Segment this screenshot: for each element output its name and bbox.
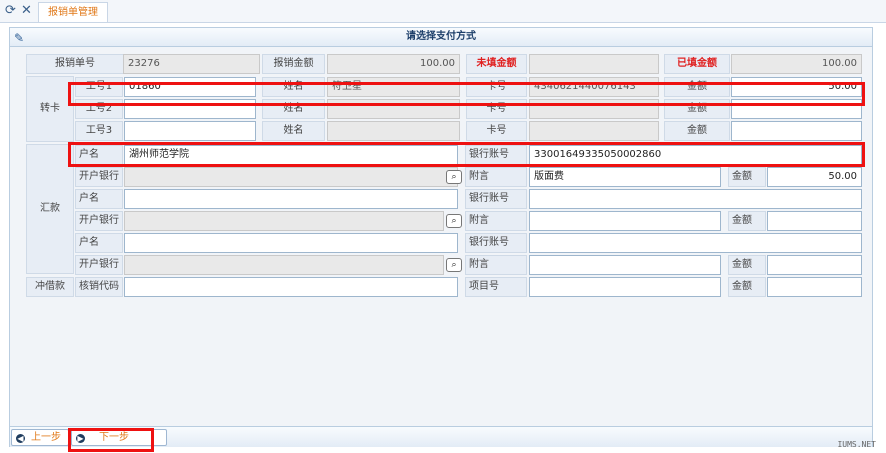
account-holder-2-label: 户名	[75, 189, 123, 209]
opening-bank-3-label: 开户银行	[75, 255, 123, 275]
tab-bar: ⟳ ✕ 报销单管理	[0, 0, 886, 23]
writeoff-code-label: 核销代码	[75, 277, 123, 297]
bank-account-3-label: 银行账号	[465, 233, 527, 253]
reimbursement-amount-field: 100.00	[327, 54, 460, 74]
opening-bank-1-label: 开户银行	[75, 167, 123, 187]
panel-title: 请选择支付方式	[406, 31, 476, 42]
name-3-label: 姓名	[262, 121, 325, 141]
pencil-icon: ✎	[14, 31, 25, 45]
transfer-section-label: 转卡	[26, 76, 74, 142]
note-2-input[interactable]	[529, 211, 721, 231]
watermark: IUMS.NET	[837, 440, 876, 449]
panel-header: ✎ 请选择支付方式	[10, 28, 872, 47]
note-1-label: 附言	[465, 167, 527, 187]
bank-account-2-label: 银行账号	[465, 189, 527, 209]
bank-account-3-input[interactable]	[529, 233, 862, 253]
note-1-input[interactable]: 版面费	[529, 167, 721, 187]
name-3-field	[327, 121, 460, 141]
project-number-input[interactable]	[529, 277, 721, 297]
unfilled-amount-label: 未填金额	[466, 54, 527, 74]
reimbursement-id-field: 23276	[123, 54, 260, 74]
remit-amount-1-input[interactable]: 50.00	[767, 167, 862, 187]
account-holder-2-input[interactable]	[124, 189, 458, 209]
tab-reimbursement-management[interactable]: 报销单管理	[38, 2, 108, 22]
bank-account-2-input[interactable]	[529, 189, 862, 209]
filled-amount-field: 100.00	[731, 54, 862, 74]
offset-amount-label: 金额	[728, 277, 766, 297]
highlight-transfer-row	[68, 82, 865, 106]
remit-amount-2-label: 金额	[728, 211, 766, 231]
close-icon[interactable]: ✕	[21, 3, 32, 19]
remittance-section-label: 汇款	[26, 144, 74, 274]
highlight-next-button	[68, 428, 154, 452]
filled-amount-label: 已填金额	[664, 54, 730, 74]
bank-lookup-1-icon[interactable]: ⌕	[446, 170, 462, 184]
writeoff-code-input[interactable]	[124, 277, 458, 297]
bank-lookup-3-icon[interactable]: ⌕	[446, 258, 462, 272]
opening-bank-3-field	[124, 255, 444, 275]
account-holder-3-label: 户名	[75, 233, 123, 253]
account-holder-3-input[interactable]	[124, 233, 458, 253]
amount-3-input[interactable]	[731, 121, 862, 141]
employee-id-3-input[interactable]	[124, 121, 256, 141]
reimbursement-id-label: 报销单号	[26, 54, 124, 74]
employee-id-3-label: 工号3	[75, 121, 123, 141]
remit-amount-2-input[interactable]	[767, 211, 862, 231]
arrow-left-icon: ◀	[16, 434, 25, 443]
remit-amount-1-label: 金额	[728, 167, 766, 187]
highlight-remittance-row	[68, 142, 865, 167]
reimbursement-amount-label: 报销金额	[262, 54, 325, 74]
offset-amount-input[interactable]	[767, 277, 862, 297]
amount-3-label: 金额	[664, 121, 730, 141]
card-3-label: 卡号	[466, 121, 527, 141]
opening-bank-2-label: 开户银行	[75, 211, 123, 231]
bank-lookup-2-icon[interactable]: ⌕	[446, 214, 462, 228]
offset-loan-section-label: 冲借款	[26, 277, 74, 297]
note-3-label: 附言	[465, 255, 527, 275]
project-number-label: 项目号	[465, 277, 527, 297]
unfilled-amount-field	[529, 54, 659, 74]
opening-bank-2-field	[124, 211, 444, 231]
note-3-input[interactable]	[529, 255, 721, 275]
card-3-field	[529, 121, 659, 141]
remit-amount-3-input[interactable]	[767, 255, 862, 275]
previous-step-button[interactable]: ◀ 上一步	[11, 429, 69, 446]
note-2-label: 附言	[465, 211, 527, 231]
opening-bank-1-field	[124, 167, 458, 187]
refresh-icon[interactable]: ⟳	[5, 3, 16, 19]
remit-amount-3-label: 金额	[728, 255, 766, 275]
